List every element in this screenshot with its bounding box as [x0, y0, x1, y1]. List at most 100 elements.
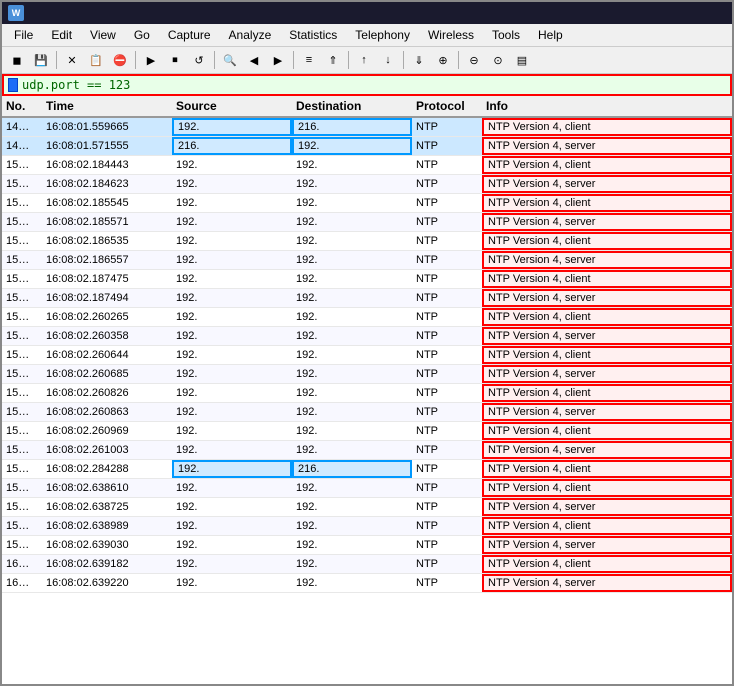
table-row[interactable]: 15…16:08:02.260265192.192.NTPNTP Version…	[2, 308, 732, 327]
table-row[interactable]: 14…16:08:01.571555216.192.NTPNTP Version…	[2, 137, 732, 156]
cell-info: NTP Version 4, server	[482, 536, 732, 554]
cell-no: 15…	[2, 177, 42, 191]
menu-item-go[interactable]: Go	[126, 26, 158, 44]
table-row[interactable]: 15…16:08:02.638610192.192.NTPNTP Version…	[2, 479, 732, 498]
cell-no: 15…	[2, 538, 42, 552]
cell-info: NTP Version 4, client	[482, 346, 732, 364]
cell-protocol: NTP	[412, 196, 482, 210]
cell-info: NTP Version 4, client	[482, 194, 732, 212]
toolbar-btn-coloring[interactable]: ▤	[511, 49, 533, 71]
cell-no: 14…	[2, 120, 42, 134]
cell-time: 16:08:02.639220	[42, 576, 172, 590]
toolbar-btn-first[interactable]: ⇑	[322, 49, 344, 71]
toolbar-btn-zoom-in[interactable]: ⊕	[432, 49, 454, 71]
toolbar-btn-search[interactable]: 🔍	[219, 49, 241, 71]
menu-item-analyze[interactable]: Analyze	[221, 26, 280, 44]
cell-no: 15…	[2, 234, 42, 248]
table-row[interactable]: 15…16:08:02.260863192.192.NTPNTP Version…	[2, 403, 732, 422]
table-row[interactable]: 15…16:08:02.260969192.192.NTPNTP Version…	[2, 422, 732, 441]
table-row[interactable]: 15…16:08:02.638725192.192.NTPNTP Version…	[2, 498, 732, 517]
cell-time: 16:08:02.260685	[42, 367, 172, 381]
cell-time: 16:08:01.559665	[42, 120, 172, 134]
cell-info: NTP Version 4, server	[482, 441, 732, 459]
table-row[interactable]: 14…16:08:01.559665192.216.NTPNTP Version…	[2, 118, 732, 137]
cell-time: 16:08:02.184443	[42, 158, 172, 172]
table-row[interactable]: 15…16:08:02.184443192.192.NTPNTP Version…	[2, 156, 732, 175]
table-row[interactable]: 15…16:08:02.638989192.192.NTPNTP Version…	[2, 517, 732, 536]
toolbar-btn-next[interactable]: ↓	[377, 49, 399, 71]
cell-no: 15…	[2, 253, 42, 267]
cell-source: 192.	[172, 215, 292, 229]
menu-item-help[interactable]: Help	[530, 26, 571, 44]
cell-time: 16:08:02.187494	[42, 291, 172, 305]
cell-source: 192.	[172, 405, 292, 419]
toolbar-btn-close[interactable]: ✕	[61, 49, 83, 71]
cell-info: NTP Version 4, client	[482, 479, 732, 497]
table-row[interactable]: 15…16:08:02.187475192.192.NTPNTP Version…	[2, 270, 732, 289]
table-row[interactable]: 15…16:08:02.186535192.192.NTPNTP Version…	[2, 232, 732, 251]
table-row[interactable]: 15…16:08:02.186557192.192.NTPNTP Version…	[2, 251, 732, 270]
col-header-time: Time	[42, 98, 172, 114]
filter-bar	[2, 74, 732, 96]
cell-destination: 192.	[292, 137, 412, 155]
cell-info: NTP Version 4, client	[482, 270, 732, 288]
cell-source: 192.	[172, 460, 292, 478]
menu-item-edit[interactable]: Edit	[43, 26, 80, 44]
cell-source: 192.	[172, 348, 292, 362]
table-row[interactable]: 15…16:08:02.284288192.216.NTPNTP Version…	[2, 460, 732, 479]
cell-time: 16:08:02.185545	[42, 196, 172, 210]
cell-source: 216.	[172, 137, 292, 155]
table-row[interactable]: 15…16:08:02.260358192.192.NTPNTP Version…	[2, 327, 732, 346]
toolbar-btn-goto[interactable]: ≡	[298, 49, 320, 71]
toolbar-btn-forward[interactable]: ▶	[267, 49, 289, 71]
table-row[interactable]: 15…16:08:02.260685192.192.NTPNTP Version…	[2, 365, 732, 384]
cell-no: 15…	[2, 405, 42, 419]
cell-destination: 192.	[292, 215, 412, 229]
table-header: No. Time Source Destination Protocol Inf…	[2, 96, 732, 118]
cell-no: 15…	[2, 367, 42, 381]
cell-destination: 192.	[292, 443, 412, 457]
cell-no: 15…	[2, 500, 42, 514]
cell-no: 15…	[2, 462, 42, 476]
cell-source: 192.	[172, 481, 292, 495]
table-row[interactable]: 15…16:08:02.184623192.192.NTPNTP Version…	[2, 175, 732, 194]
table-row[interactable]: 15…16:08:02.260826192.192.NTPNTP Version…	[2, 384, 732, 403]
cell-source: 192.	[172, 234, 292, 248]
cell-info: NTP Version 4, server	[482, 289, 732, 307]
cell-protocol: NTP	[412, 519, 482, 533]
cell-info: NTP Version 4, client	[482, 460, 732, 478]
toolbar-btn-back[interactable]: ◀	[243, 49, 265, 71]
menu-item-telephony[interactable]: Telephony	[347, 26, 418, 44]
menu-item-view[interactable]: View	[82, 26, 124, 44]
table-row[interactable]: 16…16:08:02.639182192.192.NTPNTP Version…	[2, 555, 732, 574]
menu-item-tools[interactable]: Tools	[484, 26, 528, 44]
toolbar-btn-zoom-normal[interactable]: ⊙	[487, 49, 509, 71]
table-row[interactable]: 15…16:08:02.639030192.192.NTPNTP Version…	[2, 536, 732, 555]
menu-item-capture[interactable]: Capture	[160, 26, 219, 44]
toolbar-btn-copy[interactable]: 📋	[85, 49, 107, 71]
toolbar-btn-last[interactable]: ⇓	[408, 49, 430, 71]
table-row[interactable]: 15…16:08:02.187494192.192.NTPNTP Version…	[2, 289, 732, 308]
menu-item-statistics[interactable]: Statistics	[281, 26, 345, 44]
table-row[interactable]: 15…16:08:02.185545192.192.NTPNTP Version…	[2, 194, 732, 213]
table-row[interactable]: 15…16:08:02.261003192.192.NTPNTP Version…	[2, 441, 732, 460]
toolbar-btn-start-capture[interactable]: ▶	[140, 49, 162, 71]
table-row[interactable]: 16…16:08:02.639220192.192.NTPNTP Version…	[2, 574, 732, 593]
cell-info: NTP Version 4, server	[482, 365, 732, 383]
toolbar-btn-open[interactable]: ◼	[6, 49, 28, 71]
filter-input[interactable]	[22, 78, 722, 92]
menu-item-wireless[interactable]: Wireless	[420, 26, 482, 44]
toolbar-btn-save[interactable]: 💾	[30, 49, 52, 71]
toolbar-btn-stop-btn[interactable]: ⏹	[164, 49, 186, 71]
cell-time: 16:08:02.260265	[42, 310, 172, 324]
cell-time: 16:08:02.186535	[42, 234, 172, 248]
cell-source: 192.	[172, 443, 292, 457]
toolbar-btn-zoom-out[interactable]: ⊖	[463, 49, 485, 71]
toolbar-btn-prev[interactable]: ↑	[353, 49, 375, 71]
cell-info: NTP Version 4, client	[482, 384, 732, 402]
table-row[interactable]: 15…16:08:02.185571192.192.NTPNTP Version…	[2, 213, 732, 232]
toolbar-btn-stop-capture[interactable]: ⛔	[109, 49, 131, 71]
menu-item-file[interactable]: File	[6, 26, 41, 44]
table-row[interactable]: 15…16:08:02.260644192.192.NTPNTP Version…	[2, 346, 732, 365]
toolbar-btn-restart[interactable]: ↺	[188, 49, 210, 71]
